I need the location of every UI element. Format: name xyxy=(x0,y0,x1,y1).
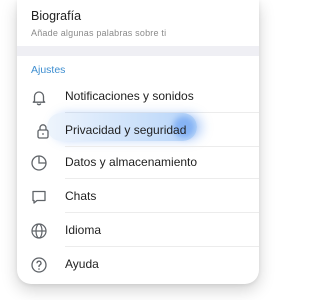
settings-item-data-storage[interactable]: Datos y almacenamiento xyxy=(17,147,259,179)
bell-icon xyxy=(30,88,48,106)
settings-item-label: Privacidad y seguridad xyxy=(65,123,187,137)
settings-item-help[interactable]: Ayuda xyxy=(17,249,259,281)
globe-icon xyxy=(30,222,48,240)
bio-title: Biografía xyxy=(31,9,82,23)
lock-icon xyxy=(34,122,52,140)
settings-item-label: Idioma xyxy=(65,223,102,237)
divider xyxy=(65,178,259,179)
settings-item-label: Ayuda xyxy=(65,257,99,271)
chat-bubble-icon xyxy=(30,188,48,206)
bio-field[interactable]: Biografía Añade algunas palabras sobre t… xyxy=(17,0,259,46)
settings-item-chats[interactable]: Chats xyxy=(17,181,259,213)
settings-panel: Biografía Añade algunas palabras sobre t… xyxy=(17,0,259,284)
settings-section-title: Ajustes xyxy=(31,64,66,76)
settings-item-language[interactable]: Idioma xyxy=(17,215,259,247)
clock-pie-icon xyxy=(30,154,48,172)
settings-item-label: Datos y almacenamiento xyxy=(65,155,198,169)
divider xyxy=(65,212,259,213)
settings-item-label: Notificaciones y sonidos xyxy=(65,89,194,103)
section-gap xyxy=(17,46,259,56)
settings-item-label: Chats xyxy=(65,189,97,203)
divider xyxy=(65,246,259,247)
settings-item-privacy[interactable]: Privacidad y seguridad xyxy=(17,113,259,147)
question-circle-icon xyxy=(30,256,48,274)
settings-item-notifications[interactable]: Notificaciones y sonidos xyxy=(17,81,259,113)
bio-placeholder: Añade algunas palabras sobre ti xyxy=(31,28,167,38)
